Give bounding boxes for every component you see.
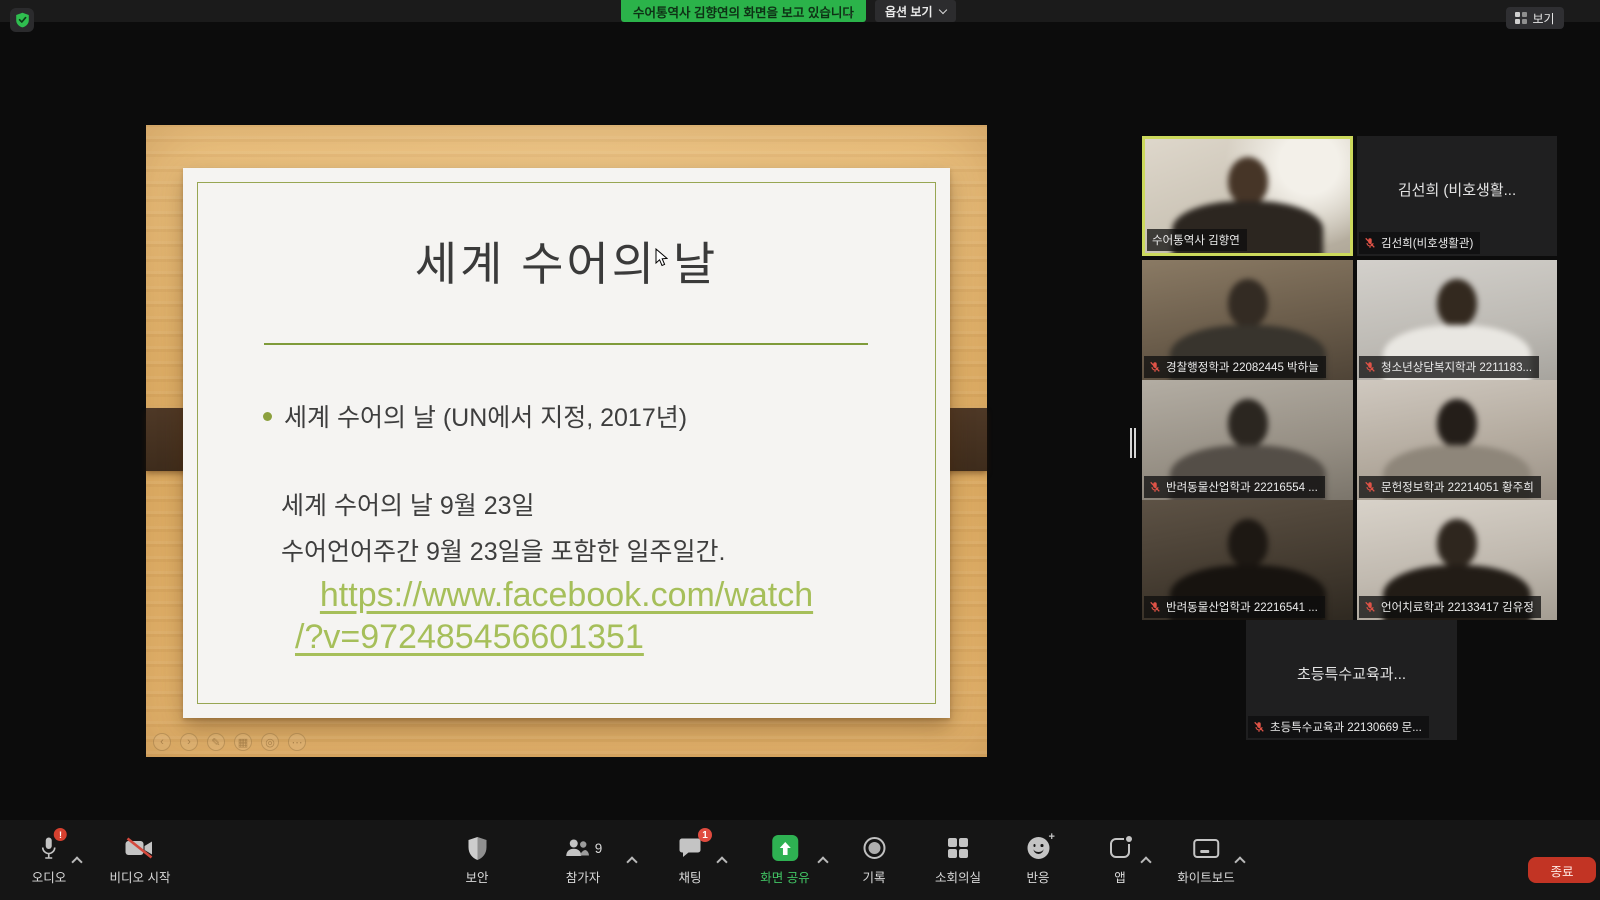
participants-options-chevron[interactable] <box>626 856 637 867</box>
breakout-rooms-label: 소회의실 <box>935 867 981 886</box>
slide-body-line-2: 수어언어주간 9월 23일을 포함한 일주일간. <box>281 532 725 568</box>
whiteboard-button[interactable]: 화이트보드 <box>1177 835 1235 886</box>
participant-name: 청소년상담복지학과 2211183... <box>1381 359 1532 375</box>
mic-off-icon <box>1149 361 1161 373</box>
security-label: 보안 <box>465 867 488 886</box>
participant-name: 경찰행정학과 22082445 박하늘 <box>1166 359 1319 375</box>
record-button[interactable]: 기록 <box>862 835 885 886</box>
chat-unread-badge: 1 <box>698 828 712 842</box>
participant-tile[interactable]: 청소년상담복지학과 2211183... <box>1357 260 1557 380</box>
gallery-view-icon <box>1515 12 1527 24</box>
chat-button[interactable]: 1 채팅 <box>678 835 702 886</box>
banner-drag-handle-icon: ⋯ <box>843 8 855 21</box>
whiteboard-icon <box>1193 839 1219 858</box>
participant-tile[interactable]: 반려동물산업학과 22216554 ... <box>1142 380 1353 500</box>
participant-name: 언어치료학과 22133417 김유정 <box>1381 599 1534 615</box>
chat-options-chevron[interactable] <box>716 856 727 867</box>
slide-prev-icon: ‹ <box>153 733 171 751</box>
slide-link-line-2: /?v=972485456601351 <box>295 618 644 657</box>
participant-tile[interactable]: 초등특수교육과... 초등특수교육과 22130669 문... <box>1246 620 1457 740</box>
mic-off-icon <box>1364 481 1376 493</box>
share-options-chevron[interactable] <box>817 856 828 867</box>
mic-off-icon <box>1364 237 1376 249</box>
participant-tile[interactable]: 반려동물산업학과 22216541 ... <box>1142 500 1353 620</box>
start-video-label: 비디오 시작 <box>110 867 171 886</box>
security-button[interactable]: 보안 <box>465 835 488 886</box>
apps-icon <box>1110 838 1130 858</box>
whiteboard-label: 화이트보드 <box>1177 867 1235 886</box>
share-screen-button[interactable]: 화면 공유 <box>760 835 809 886</box>
participant-name: 초등특수교육과 22130669 문... <box>1270 719 1422 735</box>
participant-name: 수어통역사 김향연 <box>1152 232 1240 248</box>
participants-button[interactable]: 9 참가자 <box>564 835 603 886</box>
end-meeting-button[interactable]: 종료 <box>1528 857 1596 883</box>
slide-next-icon: › <box>180 733 198 751</box>
chat-label: 채팅 <box>678 867 701 886</box>
share-screen-icon <box>772 835 798 861</box>
bullet-dot-icon <box>263 412 272 421</box>
slideshow-controls: ‹ › ✎ ▦ ◎ ⋯ <box>153 733 306 751</box>
start-video-button[interactable]: 비디오 시작 <box>110 835 171 886</box>
participant-name: 문헌정보학과 22214051 황주희 <box>1381 479 1534 495</box>
view-layout-button[interactable]: 보기 <box>1506 7 1564 29</box>
apps-options-chevron[interactable] <box>1140 856 1151 867</box>
apps-label: 앱 <box>1114 867 1126 886</box>
mouse-cursor <box>655 248 668 267</box>
slide-grid-icon: ▦ <box>234 733 252 751</box>
security-shield-icon <box>466 836 488 861</box>
breakout-rooms-icon <box>948 838 969 859</box>
apps-button[interactable]: 앱 <box>1110 835 1130 886</box>
slide-title-divider <box>264 343 868 345</box>
chevron-down-icon <box>938 5 946 13</box>
mic-off-icon <box>1253 721 1265 733</box>
chat-bubble-icon <box>678 836 702 860</box>
slide-more-icon: ⋯ <box>288 733 306 751</box>
slide-body-line-1: 세계 수어의 날 9월 23일 <box>281 486 535 522</box>
participant-name: 김선희(비호생활관) <box>1381 235 1473 251</box>
view-button-label: 보기 <box>1533 10 1555 27</box>
video-off-icon <box>125 836 155 860</box>
screen-share-banner: 수어통역사 김향연의 화면을 보고 있습니다 <box>621 0 866 22</box>
encryption-shield-icon[interactable] <box>10 8 34 32</box>
view-options-label: 옵션 보기 <box>885 3 933 20</box>
participant-tile[interactable]: 김선희 (비호생활... 김선희(비호생활관) <box>1357 136 1557 256</box>
reactions-label: 반응 <box>1026 867 1049 886</box>
breakout-rooms-button[interactable]: 소회의실 <box>935 835 981 886</box>
mic-off-icon <box>1364 361 1376 373</box>
reactions-smiley-icon: + <box>1027 837 1049 859</box>
participant-name: 반려동물산업학과 22216541 ... <box>1166 599 1318 615</box>
view-options-button[interactable]: 옵션 보기 <box>875 0 956 22</box>
mic-off-icon <box>1149 481 1161 493</box>
sidebar-resize-handle[interactable] <box>1130 428 1136 458</box>
participants-count: 9 <box>595 841 603 856</box>
slide-paper: 세계 수어의 날 세계 수어의 날 (UN에서 지정, 2017년) 세계 수어… <box>183 168 950 718</box>
participant-tile[interactable]: 수어통역사 김향연 <box>1142 136 1353 256</box>
reactions-button[interactable]: + 반응 <box>1026 835 1049 886</box>
audio-label: 오디오 <box>32 867 67 886</box>
audio-options-chevron[interactable] <box>71 856 82 867</box>
mic-off-icon <box>1149 601 1161 613</box>
mic-off-icon <box>1364 601 1376 613</box>
slide-zoom-icon: ◎ <box>261 733 279 751</box>
participants-icon <box>564 836 590 860</box>
meeting-toolbar: ! 오디오 비디오 시작 보안 9 참가자 1 채팅 <box>0 820 1600 900</box>
audio-alert-badge: ! <box>54 828 67 841</box>
slide-title: 세계 수어의 날 <box>183 228 950 294</box>
audio-button[interactable]: ! 오디오 <box>32 835 67 886</box>
participant-tile[interactable]: 문헌정보학과 22214051 황주희 <box>1357 380 1557 500</box>
slide-pen-icon: ✎ <box>207 733 225 751</box>
share-screen-label: 화면 공유 <box>760 867 809 886</box>
record-label: 기록 <box>862 867 885 886</box>
participants-label: 참가자 <box>566 867 601 886</box>
shared-screen-slide: 세계 수어의 날 세계 수어의 날 (UN에서 지정, 2017년) 세계 수어… <box>146 125 987 757</box>
whiteboard-options-chevron[interactable] <box>1234 856 1245 867</box>
slide-bullet-text: 세계 수어의 날 (UN에서 지정, 2017년) <box>284 398 687 434</box>
record-icon <box>863 837 885 859</box>
slide-link-line-1: https://www.facebook.com/watch <box>183 576 950 615</box>
participant-name: 반려동물산업학과 22216554 ... <box>1166 479 1318 495</box>
participant-tile[interactable]: 언어치료학과 22133417 김유정 <box>1357 500 1557 620</box>
participant-tile[interactable]: 경찰행정학과 22082445 박하늘 <box>1142 260 1353 380</box>
